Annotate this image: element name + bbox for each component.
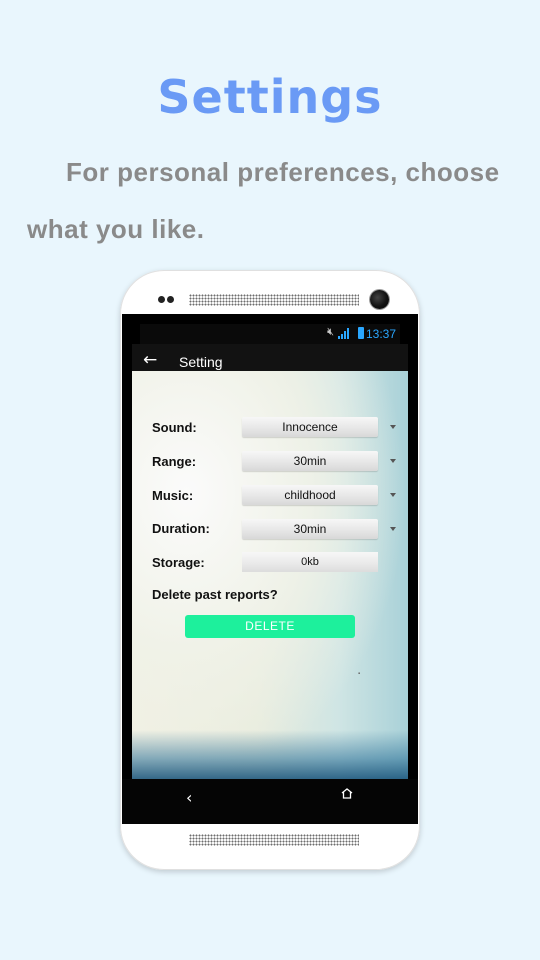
navigation-bar: ‹ bbox=[122, 779, 418, 824]
promo-title: Settings bbox=[157, 70, 383, 124]
music-dropdown-arrow-icon[interactable] bbox=[390, 493, 396, 497]
background-speck: ▪ bbox=[358, 671, 361, 677]
range-label: Range: bbox=[152, 454, 197, 469]
sound-dropdown[interactable]: Innocence bbox=[242, 417, 378, 437]
phone-frame: 🔇︎ 13:37 ← Setting Sound: Innocence Rang… bbox=[120, 270, 420, 870]
phone-screen: 🔇︎ 13:37 ← Setting Sound: Innocence Rang… bbox=[122, 314, 418, 824]
promo-subtitle-line1: For personal preferences, choose bbox=[66, 157, 500, 187]
range-dropdown-arrow-icon[interactable] bbox=[390, 459, 396, 463]
duration-dropdown-arrow-icon[interactable] bbox=[390, 527, 396, 531]
screen-title: Setting bbox=[179, 354, 223, 370]
music-dropdown[interactable]: childhood bbox=[242, 485, 378, 505]
status-time: 13:37 bbox=[365, 327, 396, 341]
duration-dropdown[interactable]: 30min bbox=[242, 519, 378, 539]
status-bar: 🔇︎ 13:37 bbox=[140, 324, 400, 344]
sensor-dots bbox=[158, 296, 178, 304]
storage-value: 0kb bbox=[242, 552, 378, 572]
back-arrow-icon[interactable]: ← bbox=[143, 350, 157, 370]
sound-dropdown-arrow-icon[interactable] bbox=[390, 425, 396, 429]
duration-label: Duration: bbox=[152, 521, 210, 536]
bottom-speaker-grille bbox=[189, 834, 359, 846]
nav-back-icon[interactable]: ‹ bbox=[186, 788, 192, 807]
settings-content: Sound: Innocence Range: 30min Music: chi… bbox=[132, 371, 408, 779]
top-speaker-grille bbox=[189, 294, 359, 306]
sound-label: Sound: bbox=[152, 420, 197, 435]
range-dropdown[interactable]: 30min bbox=[242, 451, 378, 471]
storage-label: Storage: bbox=[152, 555, 205, 570]
nav-home-icon[interactable] bbox=[341, 788, 353, 799]
signal-icon bbox=[338, 328, 350, 339]
battery-icon bbox=[358, 327, 364, 339]
promo-subtitle-line2: what you like. bbox=[27, 214, 205, 244]
silent-mode-icon: 🔇︎ bbox=[327, 326, 334, 338]
front-camera bbox=[370, 290, 389, 309]
delete-question: Delete past reports? bbox=[152, 587, 278, 602]
music-label: Music: bbox=[152, 488, 194, 503]
delete-button[interactable]: DELETE bbox=[185, 615, 355, 638]
